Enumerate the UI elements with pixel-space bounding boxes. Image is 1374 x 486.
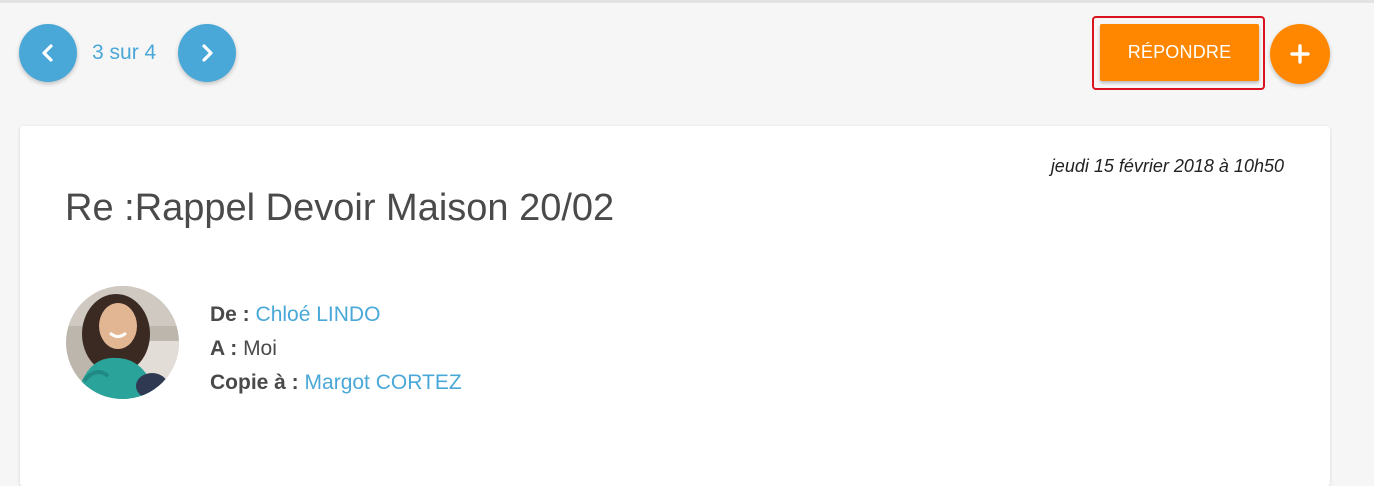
to-value: Moi xyxy=(243,337,277,360)
message-recipients: De : Chloé LINDO A : Moi Copie à : Margo… xyxy=(210,298,462,400)
to-row: A : Moi xyxy=(210,332,462,366)
reply-button[interactable]: RÉPONDRE xyxy=(1100,24,1259,81)
cc-row: Copie à : Margot CORTEZ xyxy=(210,366,462,400)
to-label: A : xyxy=(210,337,238,360)
message-subject: Re :Rappel Devoir Maison 20/02 xyxy=(65,187,615,229)
pager-position: 3 sur 4 xyxy=(92,41,157,64)
message-date: jeudi 15 février 2018 à 10h50 xyxy=(1050,156,1284,176)
add-message-button[interactable] xyxy=(1270,24,1330,84)
chevron-right-icon xyxy=(202,44,213,62)
from-sender-link[interactable]: Chloé LINDO xyxy=(256,303,381,326)
message-card: jeudi 15 février 2018 à 10h50 Re :Rappel… xyxy=(20,126,1330,486)
from-row: De : Chloé LINDO xyxy=(210,298,462,332)
plus-icon xyxy=(1290,44,1310,64)
from-label: De : xyxy=(210,303,250,326)
top-divider xyxy=(0,0,1374,3)
cc-label: Copie à : xyxy=(210,371,299,394)
sender-avatar xyxy=(66,286,179,399)
previous-message-button[interactable] xyxy=(19,24,77,82)
cc-recipient-link[interactable]: Margot CORTEZ xyxy=(305,371,462,394)
chevron-left-icon xyxy=(42,44,53,62)
next-message-button[interactable] xyxy=(178,24,236,82)
